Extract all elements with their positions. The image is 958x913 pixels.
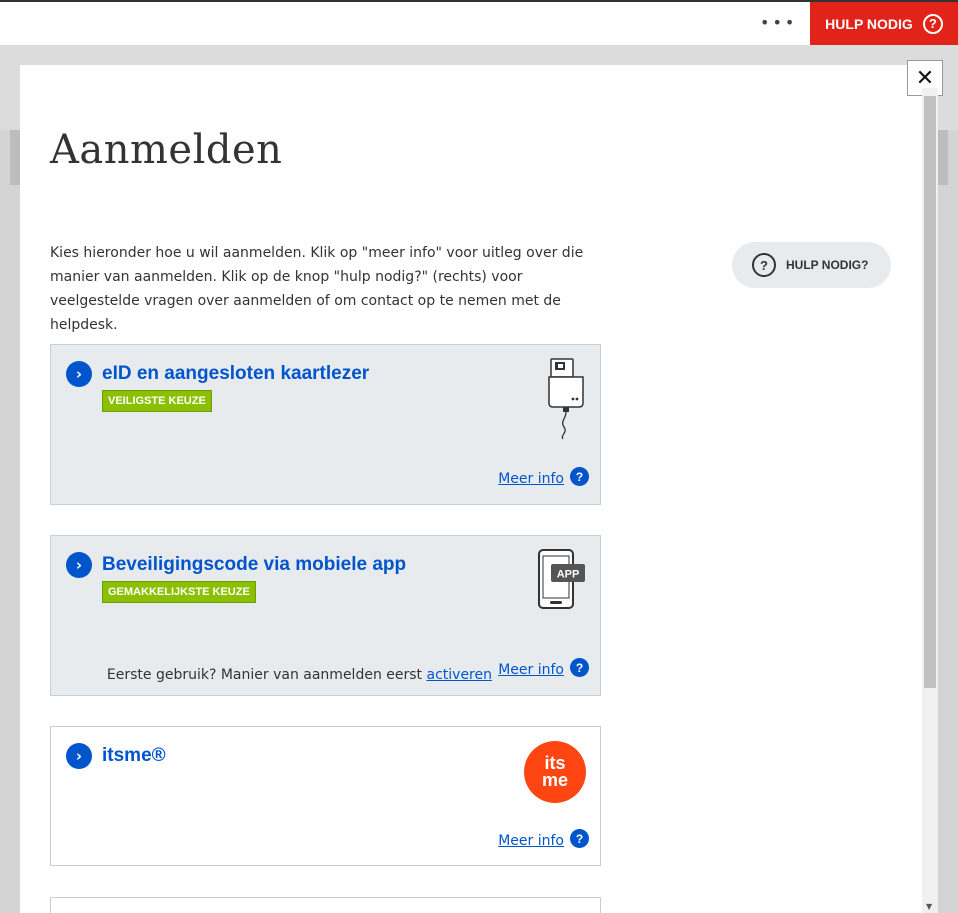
meer-info-link[interactable]: Meer info: [498, 662, 564, 678]
question-icon: ?: [752, 253, 776, 277]
meer-info-link[interactable]: Meer info: [498, 833, 564, 849]
question-icon: ?: [922, 13, 943, 34]
intro-text: Kies hieronder hoe u wil aanmelden. Klik…: [50, 245, 584, 333]
mobile-app-icon: APP: [538, 549, 585, 609]
help-needed-button[interactable]: HULP NODIG ?: [810, 2, 958, 45]
chevron-right-icon: ›: [66, 743, 92, 769]
card-reader-icon: [548, 358, 584, 440]
first-use-text: Eerste gebruik? Manier van aanmelden eer…: [106, 667, 493, 683]
global-header: ••• HULP NODIG ?: [0, 0, 958, 45]
meer-info-link[interactable]: Meer info: [498, 471, 564, 487]
help-needed-pill-label: HULP NODIG?: [786, 258, 869, 272]
option-badge: GEMAKKELIJKSTE KEUZE: [102, 581, 256, 603]
help-needed-pill-button[interactable]: ? HULP NODIG?: [732, 242, 891, 288]
more-menu-button[interactable]: •••: [760, 13, 797, 32]
question-icon[interactable]: ?: [570, 829, 589, 848]
modal-scrollbar[interactable]: ▼: [922, 88, 938, 913]
option-title: itsme®: [102, 745, 166, 766]
question-icon[interactable]: ?: [570, 467, 589, 486]
login-option-itsme[interactable]: › itsme® its me Meer info ?: [50, 726, 601, 866]
option-header[interactable]: › itsme®: [66, 743, 166, 769]
login-option-mobile-app[interactable]: › Beveiligingscode via mobiele app GEMAK…: [50, 535, 601, 696]
page-title: Aanmelden: [50, 127, 283, 173]
option-title: Beveiligingscode via mobiele app: [102, 554, 407, 575]
login-option-eid[interactable]: › eID en aangesloten kaartlezer VEILIGST…: [50, 344, 601, 505]
activate-link[interactable]: activeren: [427, 667, 493, 683]
question-icon[interactable]: ?: [570, 658, 589, 677]
scroll-down-arrow-icon[interactable]: ▼: [926, 902, 932, 911]
app-label: APP: [557, 569, 580, 581]
scrollbar-thumb[interactable]: [924, 96, 936, 688]
login-option-more[interactable]: [50, 897, 601, 913]
itsme-logo: its me: [524, 741, 586, 803]
help-needed-label: HULP NODIG: [825, 15, 913, 32]
option-header[interactable]: › eID en aangesloten kaartlezer: [66, 361, 369, 387]
option-title: eID en aangesloten kaartlezer: [102, 363, 370, 384]
chevron-right-icon: ›: [66, 552, 92, 578]
option-badge: VEILIGSTE KEUZE: [102, 390, 212, 412]
login-modal: Aanmelden Kies hieronder hoe u wil aanme…: [20, 65, 937, 913]
chevron-right-icon: ›: [66, 361, 92, 387]
option-header[interactable]: › Beveiligingscode via mobiele app: [66, 552, 406, 578]
